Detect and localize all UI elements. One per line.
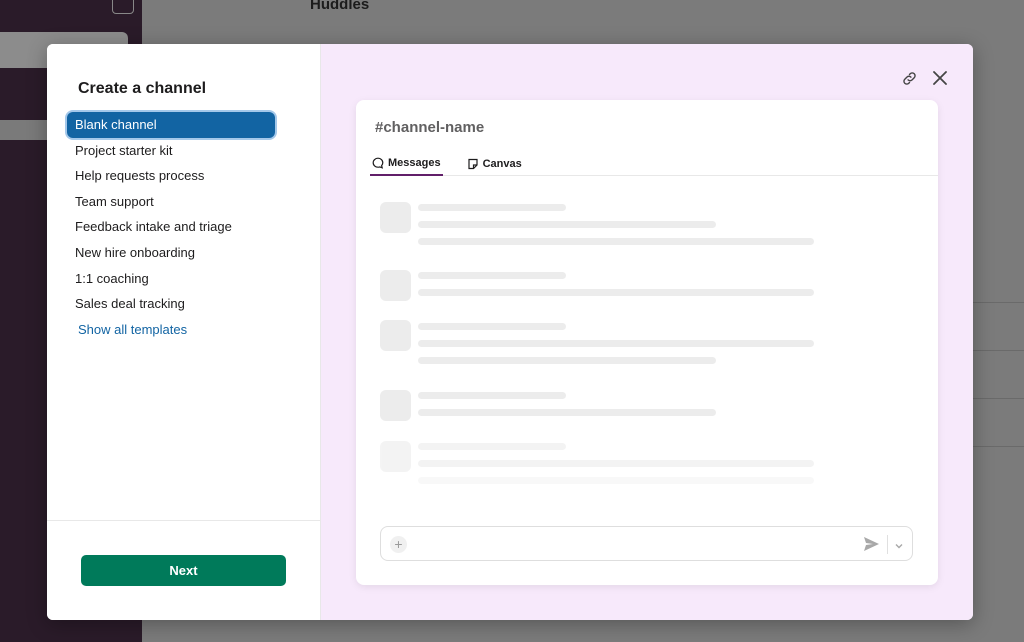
show-all-templates-link[interactable]: Show all templates	[67, 318, 275, 342]
channel-name-preview: #channel-name	[375, 119, 485, 136]
create-channel-modal: Create a channel Blank channel Project s…	[47, 44, 973, 620]
tab-messages[interactable]: Messages	[370, 152, 443, 176]
modal-footer: Next	[47, 520, 320, 620]
tab-canvas-label: Canvas	[482, 158, 522, 170]
channel-preview: #channel-name Messages Canvas +	[356, 100, 938, 585]
template-one-on-one-coaching[interactable]: 1:1 coaching	[67, 266, 275, 292]
tab-canvas[interactable]: Canvas	[465, 152, 524, 176]
copy-link-button[interactable]	[899, 68, 919, 88]
modal-title: Create a channel	[78, 80, 207, 97]
template-help-requests-process[interactable]: Help requests process	[67, 163, 275, 189]
link-icon	[902, 71, 916, 85]
background-divider	[972, 398, 1024, 399]
template-panel: Create a channel Blank channel Project s…	[47, 44, 321, 620]
message-composer[interactable]: +	[380, 526, 913, 561]
preview-tabs: Messages Canvas	[370, 152, 938, 176]
close-icon	[933, 71, 947, 85]
next-button[interactable]: Next	[81, 555, 286, 586]
composer-divider	[887, 535, 888, 554]
template-team-support[interactable]: Team support	[67, 189, 275, 215]
background-page-title: Huddles	[310, 0, 370, 13]
template-feedback-intake[interactable]: Feedback intake and triage	[67, 214, 275, 240]
template-list: Blank channel Project starter kit Help r…	[67, 112, 275, 342]
background-divider	[972, 302, 1024, 303]
template-project-starter-kit[interactable]: Project starter kit	[67, 138, 275, 164]
chevron-down-icon[interactable]	[894, 538, 904, 556]
plus-icon[interactable]: +	[390, 536, 407, 553]
canvas-icon	[467, 158, 478, 170]
template-blank-channel[interactable]: Blank channel	[67, 112, 275, 138]
preview-panel: #channel-name Messages Canvas +	[321, 44, 973, 620]
send-icon[interactable]	[863, 536, 880, 557]
tab-messages-label: Messages	[388, 157, 441, 169]
template-sales-deal-tracking[interactable]: Sales deal tracking	[67, 291, 275, 317]
chat-bubble-icon	[372, 157, 384, 169]
background-divider	[972, 446, 1024, 447]
compose-icon	[112, 0, 134, 14]
close-button[interactable]	[930, 68, 950, 88]
template-new-hire-onboarding[interactable]: New hire onboarding	[67, 240, 275, 266]
background-divider	[972, 350, 1024, 351]
